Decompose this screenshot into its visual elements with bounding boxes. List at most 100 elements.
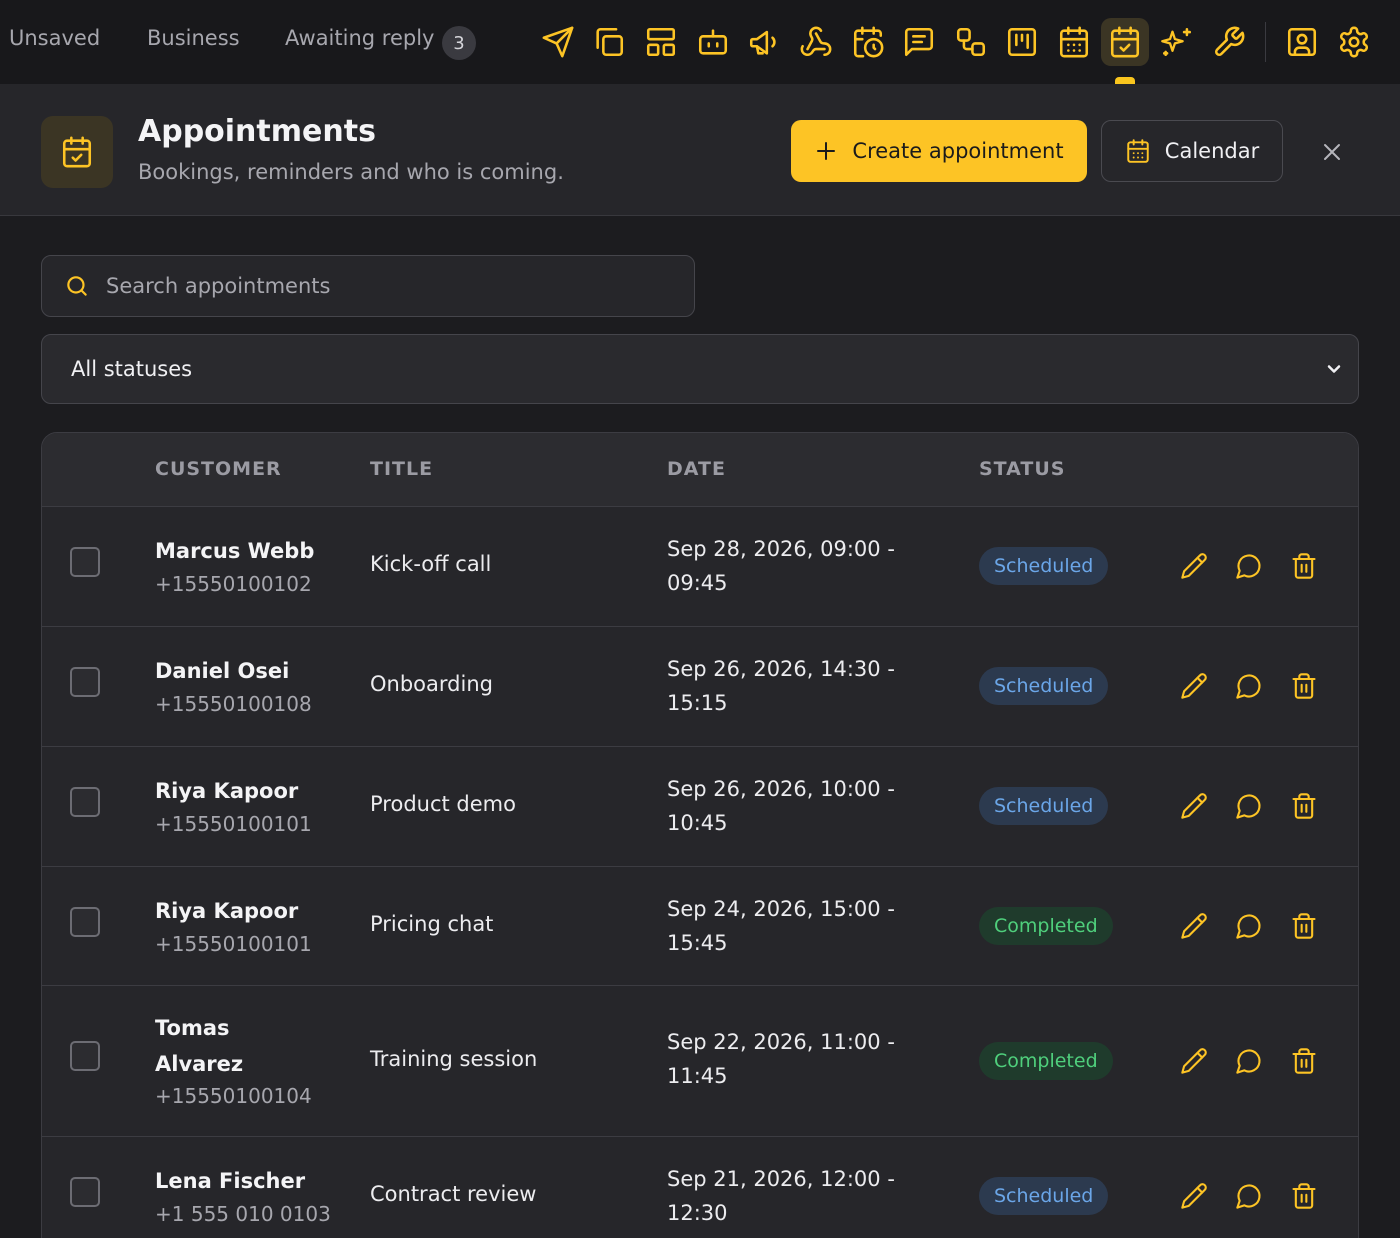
workflow-icon[interactable] xyxy=(947,18,995,66)
status-filter-select[interactable]: All statuses xyxy=(41,334,1359,404)
edit-button[interactable] xyxy=(1177,789,1211,823)
customer-name: Lena Fischer xyxy=(155,1169,306,1193)
date-range-end: 15:15 xyxy=(667,691,728,715)
wrench-icon[interactable] xyxy=(1205,18,1253,66)
status-badge: Completed xyxy=(979,1042,1113,1080)
delete-button[interactable] xyxy=(1287,789,1321,823)
appointment-date: Sep 22, 2026, 11:00 - 11:45 xyxy=(667,1025,917,1093)
row-checkbox[interactable] xyxy=(70,787,100,817)
column-header-status[interactable]: STATUS xyxy=(979,458,1065,480)
table-row[interactable]: Daniel Osei +15550100108 Onboarding Sep … xyxy=(42,627,1358,747)
customer-phone: +1 555 010 0103 xyxy=(155,1202,331,1226)
message-circle-icon xyxy=(1236,1184,1261,1209)
tab-awaiting-reply[interactable]: Awaiting reply xyxy=(285,26,434,50)
date-range-end: 12:30 xyxy=(667,1201,728,1225)
calendar-icon xyxy=(1127,139,1149,163)
status-badge: Scheduled xyxy=(979,667,1109,705)
pencil-icon xyxy=(1181,553,1207,579)
pencil-icon xyxy=(1181,673,1207,699)
trash-icon xyxy=(1292,553,1316,579)
message-square-icon[interactable] xyxy=(895,18,943,66)
table-row[interactable]: Marcus Webb +15550100102 Kick-off call S… xyxy=(42,507,1358,627)
close-button[interactable] xyxy=(1316,136,1348,168)
search-icon xyxy=(64,273,90,299)
table-row[interactable]: Riya Kapoor +15550100101 Product demo Se… xyxy=(42,747,1358,867)
edit-button[interactable] xyxy=(1177,1044,1211,1078)
appointment-title: Onboarding xyxy=(370,672,493,696)
delete-button[interactable] xyxy=(1287,1179,1321,1213)
row-checkbox[interactable] xyxy=(70,1041,100,1071)
message-button[interactable] xyxy=(1232,669,1266,703)
customer-name: Riya Kapoor xyxy=(155,779,299,803)
appointment-date: Sep 21, 2026, 12:00 - 12:30 xyxy=(667,1162,917,1230)
sparkles-icon[interactable] xyxy=(1153,18,1201,66)
delete-button[interactable] xyxy=(1287,669,1321,703)
webhook-icon[interactable] xyxy=(792,18,840,66)
create-appointment-button[interactable]: Create appointment xyxy=(791,120,1087,182)
calendar-label: Calendar xyxy=(1164,139,1260,163)
appointment-date: Sep 26, 2026, 10:00 - 10:45 xyxy=(667,772,917,840)
copy-icon[interactable] xyxy=(585,18,633,66)
message-circle-icon xyxy=(1236,1049,1261,1074)
message-button[interactable] xyxy=(1232,909,1266,943)
date-range-start: Sep 26, 2026, 14:30 - xyxy=(667,657,895,681)
delete-button[interactable] xyxy=(1287,1044,1321,1078)
edit-button[interactable] xyxy=(1177,549,1211,583)
table-row[interactable]: Riya Kapoor +15550100101 Pricing chat Se… xyxy=(42,867,1358,986)
date-range-start: Sep 26, 2026, 10:00 - xyxy=(667,777,895,801)
column-header-title[interactable]: TITLE xyxy=(370,458,433,480)
customer-name: Daniel Osei xyxy=(155,659,290,683)
kanban-icon[interactable] xyxy=(998,18,1046,66)
status-badge: Scheduled xyxy=(979,1177,1109,1215)
delete-button[interactable] xyxy=(1287,909,1321,943)
layout-icon[interactable] xyxy=(637,18,685,66)
appointment-date: Sep 28, 2026, 09:00 - 09:45 xyxy=(667,532,917,600)
tab-unsaved[interactable]: Unsaved xyxy=(9,26,100,50)
table-row[interactable]: Lena Fischer +1 555 010 0103 Contract re… xyxy=(42,1137,1358,1238)
top-navigation: Unsaved Business Awaiting reply 3 xyxy=(0,0,1400,84)
appointment-date: Sep 24, 2026, 15:00 - 15:45 xyxy=(667,892,917,960)
appointments-table: CUSTOMER TITLE DATE STATUS Marcus Webb +… xyxy=(41,432,1359,1238)
calendar-check-icon[interactable] xyxy=(1101,18,1149,66)
search-input[interactable] xyxy=(106,274,666,298)
customer-name: Tomas Alvarez xyxy=(155,1016,244,1076)
tab-business[interactable]: Business xyxy=(147,26,240,50)
row-checkbox[interactable] xyxy=(70,547,100,577)
send-icon[interactable] xyxy=(534,18,582,66)
calendar-button[interactable]: Calendar xyxy=(1101,120,1283,182)
page-subtitle: Bookings, reminders and who is coming. xyxy=(138,160,564,184)
message-button[interactable] xyxy=(1232,549,1266,583)
message-button[interactable] xyxy=(1232,1179,1266,1213)
column-header-customer[interactable]: CUSTOMER xyxy=(155,458,282,480)
delete-button[interactable] xyxy=(1287,549,1321,583)
message-button[interactable] xyxy=(1232,789,1266,823)
column-header-date[interactable]: DATE xyxy=(667,458,726,480)
status-badge: Scheduled xyxy=(979,547,1109,585)
table-row[interactable]: Tomas Alvarez +15550100104 Training sess… xyxy=(42,986,1358,1137)
row-checkbox[interactable] xyxy=(70,667,100,697)
row-checkbox[interactable] xyxy=(70,1177,100,1207)
edit-button[interactable] xyxy=(1177,1179,1211,1213)
customer-phone: +15550100102 xyxy=(155,572,312,596)
message-button[interactable] xyxy=(1232,1044,1266,1078)
date-range-start: Sep 22, 2026, 11:00 - xyxy=(667,1030,895,1054)
date-range-start: Sep 24, 2026, 15:00 - xyxy=(667,897,895,921)
toolbar-divider xyxy=(1265,22,1266,62)
active-tool-indicator xyxy=(1115,77,1135,84)
table-header: CUSTOMER TITLE DATE STATUS xyxy=(42,433,1358,507)
appointment-title: Pricing chat xyxy=(370,912,494,936)
calendar-grid-icon[interactable] xyxy=(1050,18,1098,66)
bot-icon[interactable] xyxy=(689,18,737,66)
megaphone-icon[interactable] xyxy=(740,18,788,66)
contact-icon[interactable] xyxy=(1278,18,1326,66)
settings-icon[interactable] xyxy=(1330,18,1378,66)
pencil-icon xyxy=(1181,913,1207,939)
appointment-title: Training session xyxy=(370,1047,538,1071)
edit-button[interactable] xyxy=(1177,669,1211,703)
calendar-clock-icon[interactable] xyxy=(844,18,892,66)
page-header: Appointments Bookings, reminders and who… xyxy=(0,84,1400,216)
customer-name: Riya Kapoor xyxy=(155,899,299,923)
calendar-check-icon xyxy=(41,116,113,188)
row-checkbox[interactable] xyxy=(70,907,100,937)
edit-button[interactable] xyxy=(1177,909,1211,943)
